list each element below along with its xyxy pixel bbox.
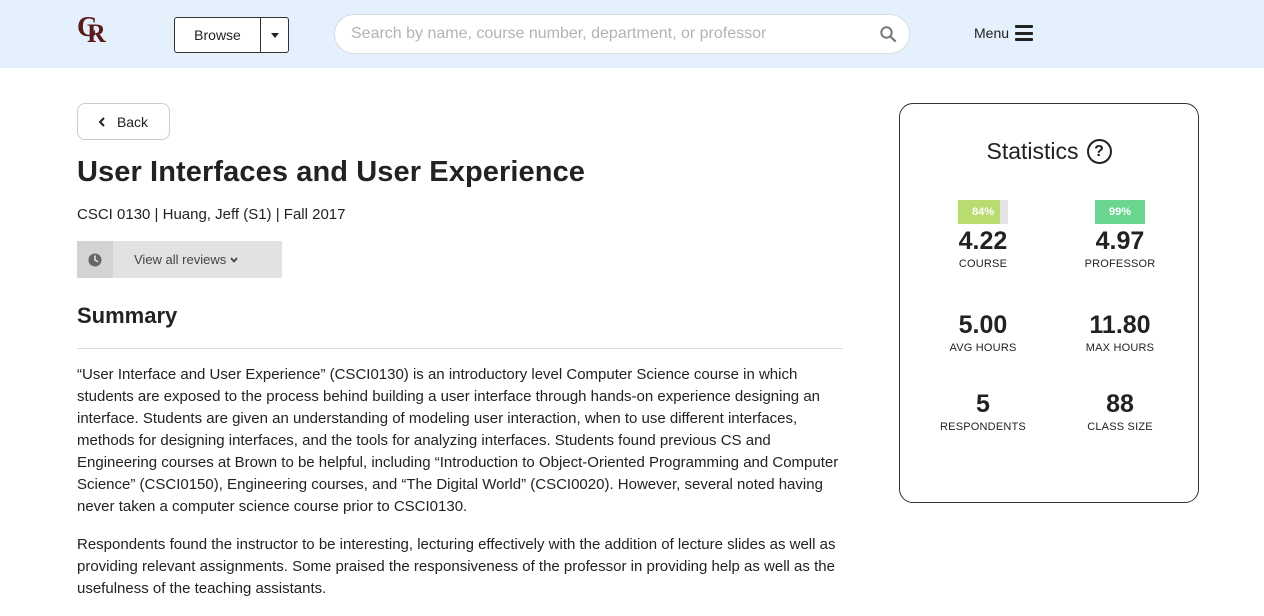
caret-down-icon (270, 32, 279, 38)
course-percent-bar: 84% (958, 200, 1008, 224)
avg-hours-value: 5.00 (958, 311, 1008, 339)
class-size-label: CLASS SIZE (1087, 421, 1153, 433)
respondents-label: RESPONDENTS (940, 421, 1026, 433)
view-all-reviews-text: View all reviews (134, 252, 227, 267)
menu-label: Menu (974, 25, 1010, 41)
summary-divider (77, 348, 843, 349)
course-rating-value: 4.22 (958, 227, 1008, 255)
course-percent-label: 84% (971, 206, 995, 218)
respondents-value: 5 (976, 390, 990, 418)
critical-review-logo[interactable]: C R (77, 12, 107, 44)
back-label: Back (116, 113, 149, 130)
course-subtitle: CSCI 0130 | Huang, Jeff (S1) | Fall 2017 (77, 206, 346, 223)
back-button[interactable]: Back (77, 103, 170, 140)
statistics-title: Statistics (986, 138, 1079, 164)
search-icon[interactable] (879, 25, 897, 43)
stat-class-size: 88 CLASS SIZE (1060, 389, 1180, 433)
professor-percent-label: 99% (1108, 206, 1132, 218)
help-icon[interactable]: ? (1086, 139, 1112, 164)
stat-max-hours: 11.80 MAX HOURS (1060, 310, 1180, 354)
summary-paragraph: “User Interface and User Experience” (CS… (77, 366, 839, 515)
stat-avg-hours: 5.00 AVG HOURS (923, 310, 1043, 354)
browse-dropdown[interactable]: Browse (174, 17, 289, 53)
stat-course: 84% 4.22 COURSE (923, 200, 1043, 270)
search-bar (334, 14, 910, 54)
top-navigation-bar: C R Browse Menu (0, 0, 1264, 68)
summary-paragraph: Respondents found the instructor to be i… (77, 536, 836, 597)
clock-icon-container (77, 241, 113, 278)
browse-label: Browse (194, 27, 241, 43)
professor-percent-bar: 99% (1095, 200, 1145, 224)
stat-respondents: 5 RESPONDENTS (923, 389, 1043, 433)
summary-body: “User Interface and User Experience” (CS… (77, 364, 847, 616)
course-rating-label: COURSE (958, 258, 1008, 270)
stat-professor: 99% 4.97 PROFESSOR (1060, 200, 1180, 270)
max-hours-label: MAX HOURS (1085, 342, 1155, 354)
view-all-reviews-label: View all reviews (134, 252, 238, 267)
chevron-left-icon (98, 116, 105, 127)
svg-text:R: R (87, 19, 106, 44)
summary-heading: Summary (77, 303, 178, 328)
professor-rating-value: 4.97 (1095, 227, 1145, 255)
clock-icon (88, 253, 102, 266)
course-title: User Interfaces and User Experience (77, 156, 586, 188)
professor-rating-label: PROFESSOR (1084, 258, 1156, 270)
hamburger-icon (1015, 25, 1034, 41)
browse-toggle-button[interactable] (261, 18, 288, 52)
statistics-card: Statistics ? 84% 4.22 COURSE 99% 4.97 PR… (899, 103, 1199, 503)
search-input[interactable] (335, 15, 879, 53)
chevron-down-icon (230, 256, 238, 263)
max-hours-value: 11.80 (1089, 311, 1151, 339)
avg-hours-label: AVG HOURS (949, 342, 1017, 354)
menu-button[interactable]: Menu (974, 22, 1034, 44)
view-all-reviews-button[interactable]: View all reviews (77, 241, 282, 278)
browse-button[interactable]: Browse (175, 18, 261, 52)
statistics-header: Statistics ? (900, 138, 1198, 165)
class-size-value: 88 (1106, 390, 1134, 418)
